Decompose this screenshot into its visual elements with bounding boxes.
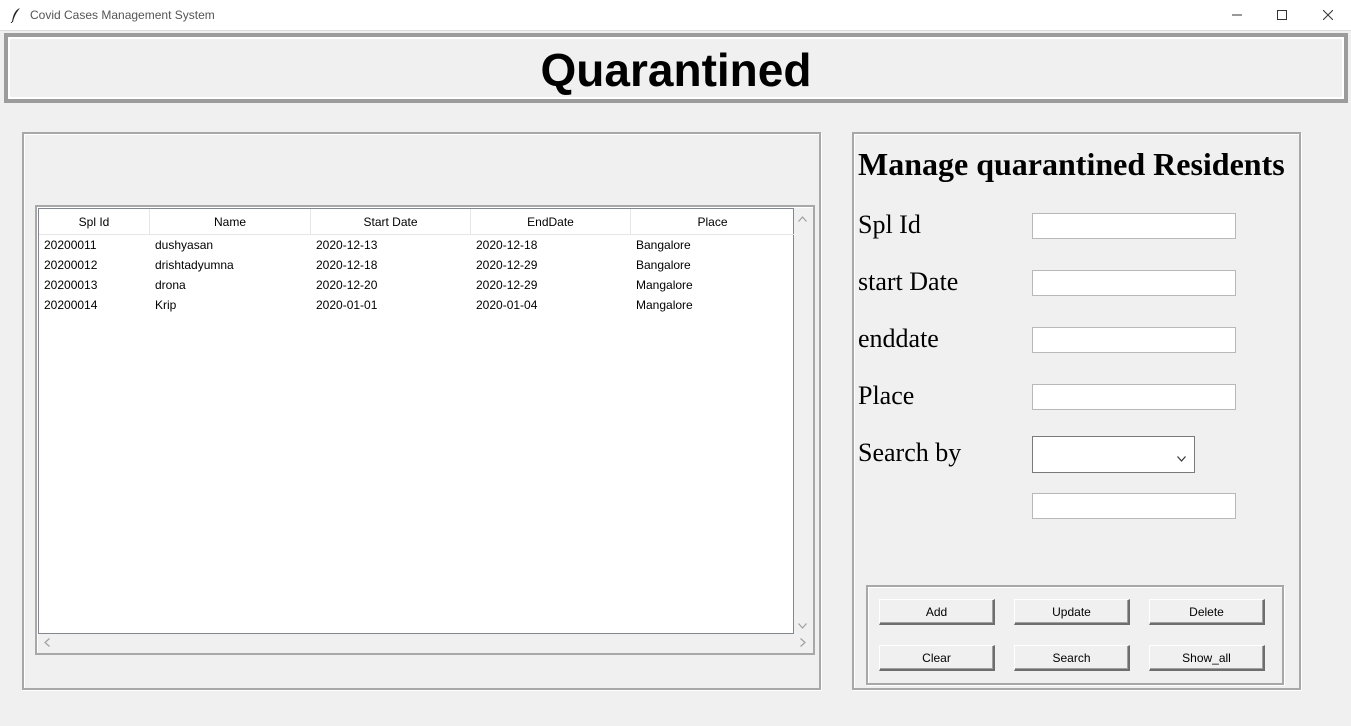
cell-start-date: 2020-01-01 [316, 298, 378, 312]
spl-id-input[interactable] [1032, 213, 1236, 239]
table-row[interactable]: 20200011 dushyasan 2020-12-13 2020-12-18… [39, 235, 795, 255]
cell-name: drona [155, 278, 186, 292]
feather-icon [10, 7, 22, 24]
update-button[interactable]: Update [1014, 599, 1130, 625]
close-icon [1322, 7, 1334, 25]
cell-place: Bangalore [636, 238, 691, 252]
clear-button[interactable]: Clear [879, 645, 995, 671]
start-date-input[interactable] [1032, 270, 1236, 296]
chevron-down-icon [1177, 449, 1186, 467]
cell-start-date: 2020-12-18 [316, 258, 378, 272]
enddate-input[interactable] [1032, 327, 1236, 353]
show-all-button[interactable]: Show_all [1149, 645, 1265, 671]
add-button[interactable]: Add [879, 599, 995, 625]
table-header: Spl Id Name Start Date EndDate Place [39, 209, 795, 235]
cell-spl-id: 20200014 [44, 298, 98, 312]
place-input[interactable] [1032, 384, 1236, 410]
scroll-up-icon[interactable] [794, 210, 811, 227]
page-header: Quarantined [4, 33, 1348, 103]
cell-name: dushyasan [155, 238, 214, 252]
maximize-button[interactable] [1259, 0, 1305, 31]
search-by-label: Search by [858, 438, 962, 467]
cell-end-date: 2020-12-29 [476, 278, 538, 292]
cell-start-date: 2020-12-20 [316, 278, 378, 292]
cell-place: Mangalore [636, 278, 693, 292]
column-header-name[interactable]: Name [150, 209, 311, 235]
cell-spl-id: 20200011 [44, 238, 97, 252]
scroll-down-icon[interactable] [794, 617, 811, 634]
scroll-right-icon[interactable] [794, 634, 811, 651]
cell-end-date: 2020-12-18 [476, 238, 538, 252]
close-button[interactable] [1305, 0, 1351, 31]
table-body: 20200011 dushyasan 2020-12-13 2020-12-18… [39, 235, 795, 315]
minimize-button[interactable] [1214, 0, 1260, 31]
cell-place: Bangalore [636, 258, 691, 272]
vertical-scrollbar[interactable] [794, 208, 811, 634]
enddate-label: enddate [858, 324, 939, 353]
cell-place: Mangalore [636, 298, 693, 312]
cell-end-date: 2020-01-04 [476, 298, 538, 312]
cell-name: Krip [155, 298, 177, 312]
scroll-left-icon[interactable] [38, 634, 55, 651]
table-row[interactable]: 20200012 drishtadyumna 2020-12-18 2020-1… [39, 255, 795, 275]
manage-title: Manage quarantined Residents [858, 146, 1285, 182]
cell-spl-id: 20200012 [44, 258, 98, 272]
window-title: Covid Cases Management System [30, 8, 215, 22]
cell-end-date: 2020-12-29 [476, 258, 538, 272]
maximize-icon [1277, 7, 1287, 25]
column-header-end-date[interactable]: EndDate [471, 209, 631, 235]
page-title: Quarantined [540, 44, 812, 96]
search-input[interactable] [1032, 493, 1236, 519]
cell-name: drishtadyumna [155, 258, 234, 272]
delete-button[interactable]: Delete [1149, 599, 1265, 625]
search-button[interactable]: Search [1014, 645, 1130, 671]
column-header-start-date[interactable]: Start Date [311, 209, 471, 235]
table-row[interactable]: 20200014 Krip 2020-01-01 2020-01-04 Mang… [39, 295, 795, 315]
start-date-label: start Date [858, 267, 959, 296]
column-header-spl-id[interactable]: Spl Id [39, 209, 150, 235]
place-label: Place [858, 381, 915, 410]
cell-spl-id: 20200013 [44, 278, 98, 292]
horizontal-scrollbar[interactable] [38, 634, 811, 651]
column-header-place[interactable]: Place [631, 209, 795, 235]
minimize-icon [1232, 7, 1242, 25]
search-by-select[interactable] [1032, 436, 1195, 473]
cell-start-date: 2020-12-13 [316, 238, 378, 252]
window-titlebar: Covid Cases Management System [0, 0, 1351, 31]
spl-id-label: Spl Id [858, 210, 921, 239]
table-row[interactable]: 20200013 drona 2020-12-20 2020-12-29 Man… [39, 275, 795, 295]
records-table[interactable]: Spl Id Name Start Date EndDate Place 202… [38, 208, 795, 634]
